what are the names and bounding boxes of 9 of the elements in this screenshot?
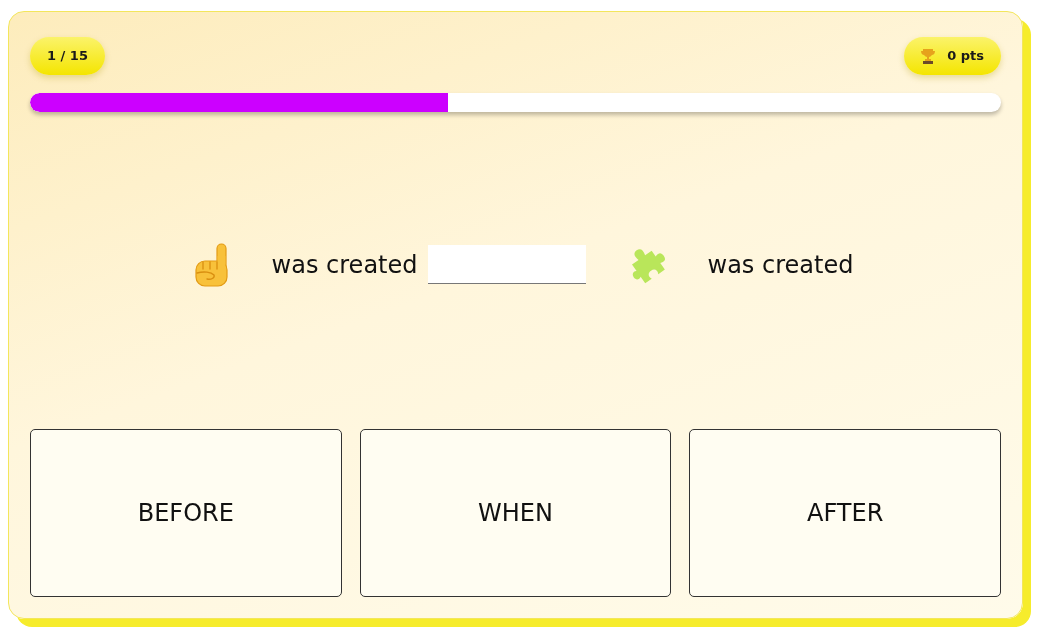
answer-option[interactable]: BEFORE <box>30 429 342 597</box>
score-text: 0 pts <box>947 47 984 66</box>
answer-option[interactable]: WHEN <box>359 429 672 597</box>
event-text: was created <box>707 249 854 281</box>
event-text: was created <box>271 249 418 281</box>
answer-field[interactable] <box>427 245 586 284</box>
answer-option[interactable]: AFTER <box>689 429 1001 597</box>
question-counter: 1 / 15 <box>30 37 105 75</box>
trophy-icon <box>921 48 936 64</box>
